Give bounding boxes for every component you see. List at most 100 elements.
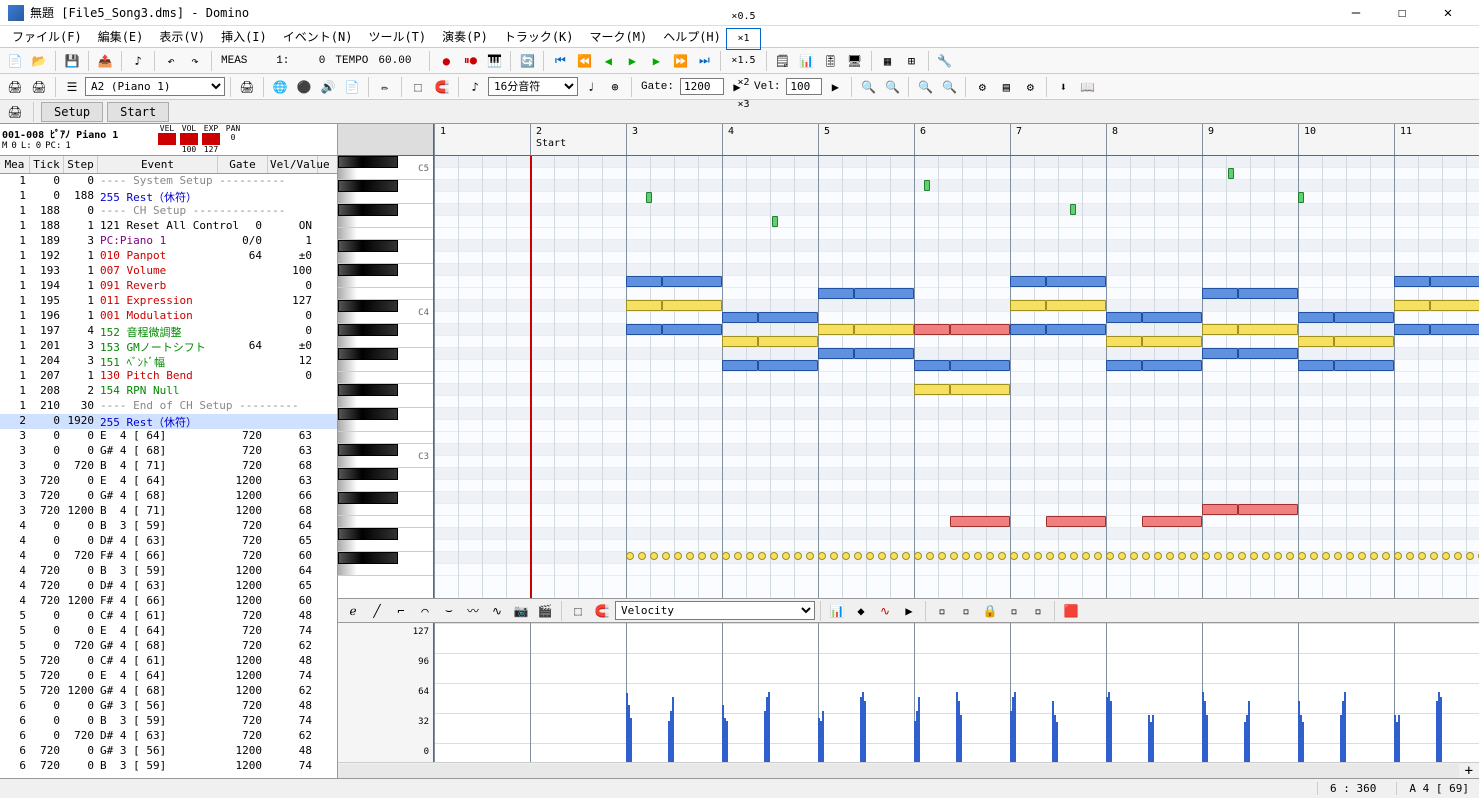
note[interactable] <box>662 324 722 335</box>
note[interactable] <box>1142 336 1202 347</box>
note-dot[interactable] <box>974 552 982 560</box>
save-icon[interactable]: 💾 <box>61 50 83 72</box>
note[interactable] <box>1046 276 1106 287</box>
menu-item[interactable]: 表示(V) <box>151 26 213 47</box>
event-row[interactable]: 47200B 3 [ 59]120064 <box>0 564 337 579</box>
sphere-icon[interactable]: ⚫ <box>293 76 315 98</box>
note[interactable] <box>1298 312 1334 323</box>
note-dot[interactable] <box>1046 552 1054 560</box>
note-dot[interactable] <box>1034 552 1042 560</box>
event-row[interactable]: 12043151 ﾍﾞﾝﾄﾞ幅12 <box>0 354 337 369</box>
note[interactable] <box>1010 324 1046 335</box>
tool-wave-icon[interactable]: ∿ <box>486 600 508 622</box>
note[interactable] <box>914 384 950 395</box>
pencil-icon[interactable]: ✏ <box>374 76 396 98</box>
pause-record-icon[interactable]: ⏸● <box>459 50 481 72</box>
note-dot[interactable] <box>650 552 658 560</box>
note[interactable] <box>626 324 662 335</box>
step-back-icon[interactable]: ◀ <box>597 50 619 72</box>
note-dot[interactable] <box>1238 552 1246 560</box>
speed-btn[interactable]: ×1 <box>726 28 760 50</box>
note[interactable] <box>854 288 914 299</box>
note[interactable] <box>1046 300 1106 311</box>
note[interactable] <box>1070 204 1076 215</box>
note[interactable] <box>1142 312 1202 323</box>
target-icon[interactable]: ⊕ <box>604 76 626 98</box>
note-dot[interactable] <box>1010 552 1018 560</box>
note-dot[interactable] <box>914 552 922 560</box>
note-dot[interactable] <box>1250 552 1258 560</box>
event-row[interactable]: 37201200B 4 [ 71]120068 <box>0 504 337 519</box>
note-dot[interactable] <box>1058 552 1066 560</box>
screen-icon[interactable]: 🖥 <box>844 50 866 72</box>
note[interactable] <box>1238 504 1298 515</box>
event-row[interactable]: 12071130 Pitch Bend0 <box>0 369 337 384</box>
note[interactable] <box>1228 168 1234 179</box>
note[interactable] <box>924 180 930 191</box>
note[interactable] <box>1106 336 1142 347</box>
tool-line-icon[interactable]: ╱ <box>366 600 388 622</box>
note-dot[interactable] <box>962 552 970 560</box>
menu-item[interactable]: 挿入(I) <box>213 26 275 47</box>
vel-input[interactable] <box>786 78 822 95</box>
record-icon[interactable]: ● <box>435 50 457 72</box>
note-dot[interactable] <box>674 552 682 560</box>
event-row[interactable]: 500E 4 [ 64]72074 <box>0 624 337 639</box>
note-dot[interactable] <box>938 552 946 560</box>
note-dot[interactable] <box>626 552 634 560</box>
menu-item[interactable]: 編集(E) <box>90 26 152 47</box>
note-dot[interactable] <box>830 552 838 560</box>
tool-random-icon[interactable]: 〰 <box>462 600 484 622</box>
note-dot[interactable] <box>662 552 670 560</box>
note[interactable] <box>1394 324 1430 335</box>
print-tab-icon[interactable]: 🖨 <box>4 101 26 123</box>
note-dot[interactable] <box>1430 552 1438 560</box>
event-row[interactable]: 11893PC:Piano 10/01 <box>0 234 337 249</box>
note-dot[interactable] <box>1142 552 1150 560</box>
tool-step-icon[interactable]: ⌐ <box>390 600 412 622</box>
note-dot[interactable] <box>842 552 850 560</box>
note-dot[interactable] <box>746 552 754 560</box>
note-dot[interactable] <box>1130 552 1138 560</box>
event-row[interactable]: 11931007 Volume100 <box>0 264 337 279</box>
vel-ico1[interactable]: 📊 <box>826 600 848 622</box>
event-row[interactable]: 11951011 Expression127 <box>0 294 337 309</box>
note[interactable] <box>1202 504 1238 515</box>
note-dot[interactable] <box>1442 552 1450 560</box>
export-icon[interactable]: 📤 <box>94 50 116 72</box>
bars-icon[interactable]: ▤ <box>995 76 1017 98</box>
tool-cam-icon[interactable]: 📷 <box>510 600 532 622</box>
note-dot[interactable] <box>1082 552 1090 560</box>
zoom-out-v-icon[interactable]: 🔍 <box>938 76 960 98</box>
view2-icon[interactable]: 📊 <box>796 50 818 72</box>
note-dot[interactable] <box>782 552 790 560</box>
vel-ico5[interactable]: ▫ <box>931 600 953 622</box>
event-list[interactable]: 100---- System Setup ----------10188255 … <box>0 174 337 778</box>
note-dot[interactable] <box>1118 552 1126 560</box>
event-row[interactable]: 11921010 Panpot64±0 <box>0 249 337 264</box>
event-row[interactable]: 100---- System Setup ---------- <box>0 174 337 189</box>
note[interactable] <box>1046 516 1106 527</box>
menu-item[interactable]: トラック(K) <box>496 26 582 47</box>
event-row[interactable]: 67200B 3 [ 59]120074 <box>0 759 337 774</box>
note-dot[interactable] <box>1262 552 1270 560</box>
note[interactable] <box>1394 276 1430 287</box>
note[interactable] <box>662 276 722 287</box>
note-dot[interactable] <box>1298 552 1306 560</box>
note-dot[interactable] <box>998 552 1006 560</box>
note[interactable] <box>914 324 950 335</box>
note-dot[interactable] <box>1358 552 1366 560</box>
loop-icon[interactable]: 🔄 <box>516 50 538 72</box>
note-dot[interactable] <box>1154 552 1162 560</box>
note[interactable] <box>1046 324 1106 335</box>
setup-tab[interactable]: Setup <box>41 102 103 122</box>
zoom-in-v-icon[interactable]: 🔍 <box>914 76 936 98</box>
play-icon[interactable]: ▶ <box>621 50 643 72</box>
list-icon[interactable]: ☰ <box>61 76 83 98</box>
note-dot[interactable] <box>638 552 646 560</box>
note[interactable] <box>1010 300 1046 311</box>
note[interactable] <box>662 300 722 311</box>
note-dot[interactable] <box>758 552 766 560</box>
note[interactable] <box>1106 360 1142 371</box>
grid-icon[interactable]: ▦ <box>877 50 899 72</box>
